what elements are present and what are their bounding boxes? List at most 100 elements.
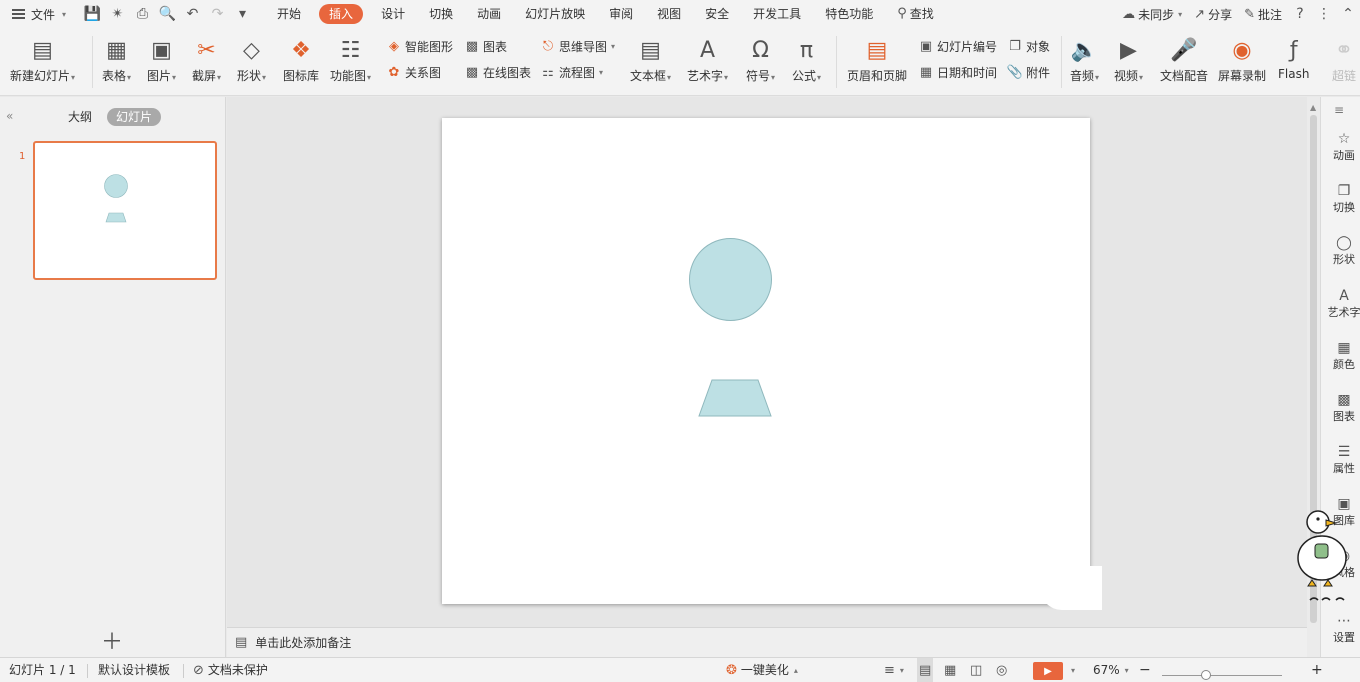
sidebar-item-properties[interactable]: ☰ 属性 <box>1321 444 1360 476</box>
doc-dub-button[interactable]: 🎤 文档配音 <box>1160 36 1208 84</box>
document-protection-label: 文档未保护 <box>207 663 268 677</box>
flow-chart-button[interactable]: ⚏ 流程图 ▾ <box>540 64 603 81</box>
table-button[interactable]: ▦ 表格▾ <box>102 36 131 84</box>
zoom-level[interactable]: 67% ▾ <box>1093 658 1129 682</box>
print-preview-icon[interactable]: 🔍 <box>155 2 180 26</box>
video-label: 视频 <box>1114 69 1139 83</box>
search-button[interactable]: ⚲ 查找 <box>885 0 946 28</box>
collapse-panel-icon[interactable]: « <box>6 109 13 123</box>
save-icon[interactable]: 💾 <box>80 2 105 26</box>
help-icon[interactable]: ? <box>1288 6 1312 22</box>
tab-developer[interactable]: 开发工具 <box>741 0 813 28</box>
picture-label: 图片 <box>147 69 172 83</box>
collapse-ribbon-icon[interactable]: ⌃ <box>1336 6 1360 22</box>
object-button[interactable]: ❐ 对象 <box>1007 38 1050 55</box>
add-slide-icon[interactable]: ＋ <box>101 624 123 656</box>
undo-icon[interactable]: ↶ <box>180 2 205 26</box>
play-options-icon[interactable]: ▾ <box>1070 658 1075 682</box>
file-menu[interactable]: 文件 ▾ <box>0 0 74 28</box>
tab-outline[interactable]: 大纲 <box>59 108 101 126</box>
circle-shape[interactable] <box>689 238 772 321</box>
zoom-in-icon[interactable]: + <box>1311 658 1323 682</box>
smart-art-button[interactable]: ◈ 智能图形 <box>386 38 453 55</box>
sidebar-item-label: 切换 <box>1333 201 1355 214</box>
zoom-out-icon[interactable]: − <box>1139 658 1151 682</box>
comment-button[interactable]: ✎ 批注 <box>1238 6 1288 23</box>
slide-thumbnail[interactable] <box>33 141 217 280</box>
word-art-button[interactable]: A 艺术字▾ <box>687 36 728 84</box>
function-chart-button[interactable]: ☷ 功能图▾ <box>330 36 371 84</box>
tab-security[interactable]: 安全 <box>693 0 741 28</box>
template-name[interactable]: 默认设计模板 <box>98 658 170 682</box>
picture-button[interactable]: ▣ 图片▾ <box>147 36 176 84</box>
redo-icon[interactable]: ↷ <box>205 2 230 26</box>
slide-sorter-view-button[interactable]: ▦ <box>944 658 956 682</box>
formula-button[interactable]: π 公式▾ <box>792 36 821 84</box>
shape-button[interactable]: ◇ 形状▾ <box>237 36 266 84</box>
document-protection[interactable]: ⊘ 文档未保护 <box>193 658 268 682</box>
hamburger-icon <box>12 9 25 19</box>
sidebar-menu-icon[interactable]: ≡ <box>1334 103 1344 117</box>
transition-icon: ❐ <box>1337 183 1351 199</box>
sidebar-item-word-art[interactable]: A 艺术字 <box>1321 288 1360 320</box>
tab-slides[interactable]: 幻灯片 <box>107 108 162 126</box>
online-chart-button[interactable]: ▩ 在线图表 <box>464 64 531 81</box>
more-icon[interactable]: ⋮ <box>1312 6 1336 22</box>
sidebar-item-color[interactable]: ▦ 颜色 <box>1321 340 1360 372</box>
notes-bar[interactable]: ▤ 单击此处添加备注 <box>227 627 1307 657</box>
icon-library-button[interactable]: ❖ 图标库 <box>283 36 319 84</box>
scroll-up-icon[interactable]: ▲ <box>1310 103 1316 112</box>
date-time-button[interactable]: ▦ 日期和时间 <box>918 64 997 81</box>
presenter-view-button[interactable]: ◎ <box>996 658 1007 682</box>
notes-toggle-button[interactable]: ≡ ▾ <box>884 658 904 682</box>
microphone-icon: 🎤 <box>1170 37 1198 63</box>
screenshot-button[interactable]: ✂ 截屏▾ <box>192 36 221 84</box>
hyperlink-button[interactable]: ⚭ 超链 <box>1328 36 1360 84</box>
reading-view-button[interactable]: ◫ <box>970 658 982 682</box>
flash-button[interactable]: ƒ Flash <box>1278 36 1309 82</box>
sidebar-item-shape[interactable]: ◯ 形状 <box>1321 235 1360 267</box>
sidebar-item-settings[interactable]: ⋯ 设置 <box>1321 613 1360 645</box>
thumbnail-trapezoid-shape <box>105 212 127 223</box>
sidebar-item-animation[interactable]: ☆ 动画 <box>1321 131 1360 163</box>
slide[interactable] <box>442 118 1090 604</box>
zoom-slider-handle[interactable] <box>1201 670 1211 680</box>
print-icon[interactable]: ⎙ <box>130 2 155 26</box>
tab-home[interactable]: 开始 <box>265 0 313 28</box>
tab-design[interactable]: 设计 <box>369 0 417 28</box>
beautify-button[interactable]: ❂ 一键美化 ▴ <box>726 658 798 682</box>
star-icon: ☆ <box>1337 131 1351 147</box>
new-slide-button[interactable]: ▤ 新建幻灯片▾ <box>10 36 75 84</box>
share-button[interactable]: ↗ 分享 <box>1188 6 1238 23</box>
sidebar-item-chart[interactable]: ▩ 图表 <box>1321 392 1360 424</box>
screen-record-button[interactable]: ◉ 屏幕录制 <box>1218 36 1266 84</box>
slide-thumbnail-preview <box>104 174 128 223</box>
object-icon: ❐ <box>1009 39 1021 54</box>
zoom-slider-track[interactable] <box>1162 675 1282 676</box>
header-footer-button[interactable]: ▤ 页眉和页脚 <box>847 36 907 84</box>
audio-button[interactable]: 🔈 音频▾ <box>1070 36 1099 84</box>
tab-slideshow[interactable]: 幻灯片放映 <box>513 0 597 28</box>
symbol-button[interactable]: Ω 符号▾ <box>746 36 775 84</box>
tab-transitions[interactable]: 切换 <box>417 0 465 28</box>
sync-status-button[interactable]: ☁ 未同步 ▾ <box>1116 6 1188 23</box>
tab-special-features[interactable]: 特色功能 <box>813 0 885 28</box>
trapezoid-shape[interactable] <box>698 379 772 417</box>
customize-toolbar-icon[interactable]: ▾ <box>230 2 255 26</box>
slide-number-button[interactable]: ▣ 幻灯片编号 <box>918 38 997 55</box>
tab-insert[interactable]: 插入 <box>319 4 364 24</box>
mind-map-button[interactable]: ⎋ 思维导图 ▾ <box>540 38 615 55</box>
attachment-button[interactable]: 📎 附件 <box>1007 64 1050 81</box>
tab-review[interactable]: 审阅 <box>597 0 645 28</box>
tab-view[interactable]: 视图 <box>645 0 693 28</box>
relation-chart-button[interactable]: ✿ 关系图 <box>386 64 441 81</box>
table-label: 表格 <box>102 69 127 83</box>
sidebar-item-transition[interactable]: ❐ 切换 <box>1321 183 1360 215</box>
format-painter-icon[interactable]: ✴ <box>105 2 130 26</box>
normal-view-button[interactable]: ▤ <box>917 658 934 682</box>
video-button[interactable]: ▶ 视频▾ <box>1114 36 1143 84</box>
chart-button[interactable]: ▩ 图表 <box>464 38 507 55</box>
tab-animations[interactable]: 动画 <box>465 0 513 28</box>
text-box-button[interactable]: ▤ 文本框▾ <box>630 36 671 84</box>
play-slideshow-button[interactable]: ▶ <box>1033 662 1063 680</box>
